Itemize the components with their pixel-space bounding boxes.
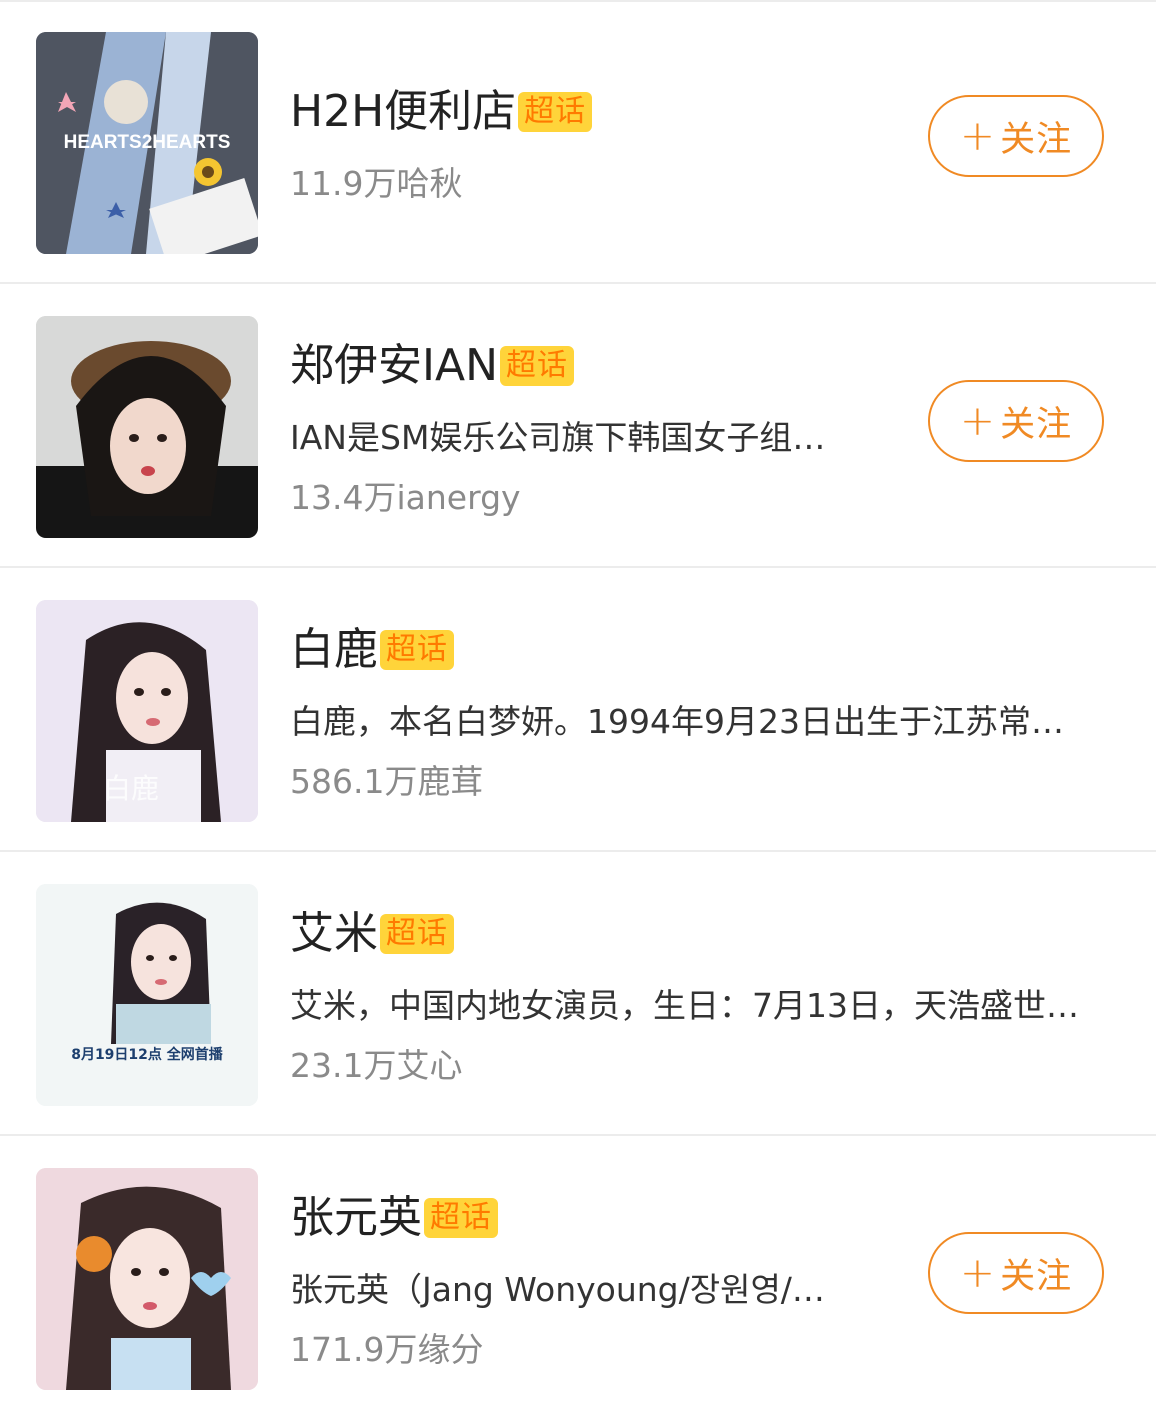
list-item[interactable]: 郑伊安IAN 超话 IAN是SM娱乐公司旗下韩国女子组… 13.4万ianerg… xyxy=(0,284,1156,568)
avatar[interactable]: 8月19日12点 全网首播 xyxy=(36,884,258,1106)
avatar-caption: HEARTS2HEARTS xyxy=(64,132,231,153)
title-line: 白鹿 超话 xyxy=(290,624,454,676)
topic-title[interactable]: 郑伊安IAN xyxy=(290,340,498,392)
avatar[interactable]: 白鹿 xyxy=(36,600,258,822)
follow-label: 关注 xyxy=(1000,119,1073,160)
topic-title[interactable]: 张元英 xyxy=(290,1192,422,1244)
follower-count: 586.1万鹿茸 xyxy=(290,762,484,801)
topic-description: 艾米，中国内地女演员，生日：7月13日，天浩盛世… xyxy=(290,986,1079,1025)
follower-count: 171.9万缘分 xyxy=(290,1330,484,1369)
avatar[interactable] xyxy=(36,316,258,538)
follow-button[interactable]: + 关注 xyxy=(928,95,1104,177)
plus-icon: + xyxy=(959,111,997,160)
avatar-caption: 白鹿 xyxy=(103,772,159,805)
title-line: 郑伊安IAN 超话 xyxy=(290,340,574,392)
follower-count: 11.9万哈秋 xyxy=(290,164,463,203)
avatar-caption: 8月19日12点 全网首播 xyxy=(71,1046,224,1063)
super-topic-badge: 超话 xyxy=(518,92,593,132)
super-topic-badge: 超话 xyxy=(380,630,454,670)
super-topic-badge: 超话 xyxy=(424,1198,498,1238)
avatar[interactable]: HEARTS2HEARTS xyxy=(36,32,258,254)
topic-description: 白鹿，本名白梦妍。1994年9月23日出生于江苏常… xyxy=(290,702,1064,741)
follow-label: 关注 xyxy=(1000,1256,1073,1297)
topic-description: 张元英（Jang Wonyoung/장원영/… xyxy=(290,1270,825,1309)
follow-button[interactable]: + 关注 xyxy=(928,1232,1104,1314)
title-line: H2H便利店 超话 xyxy=(290,86,593,138)
topic-description: IAN是SM娱乐公司旗下韩国女子组… xyxy=(290,418,826,457)
list-item[interactable]: 白鹿 白鹿 超话 白鹿，本名白梦妍。1994年9月23日出生于江苏常… 586.… xyxy=(0,568,1156,852)
topic-title[interactable]: 艾米 xyxy=(290,908,378,960)
title-line: 张元英 超话 xyxy=(290,1192,498,1244)
follow-label: 关注 xyxy=(1000,404,1073,445)
super-topic-badge: 超话 xyxy=(380,914,454,954)
plus-icon: + xyxy=(959,396,997,445)
list-item[interactable]: 张元英 超话 张元英（Jang Wonyoung/장원영/… 171.9万缘分 … xyxy=(0,1136,1156,1420)
follow-button[interactable]: + 关注 xyxy=(928,380,1104,462)
super-topic-badge: 超话 xyxy=(500,346,574,386)
list-item[interactable]: HEARTS2HEARTS H2H便利店 超话 11.9万哈秋 + 关注 xyxy=(0,0,1156,284)
topic-title[interactable]: 白鹿 xyxy=(290,624,378,676)
list-item[interactable]: 8月19日12点 全网首播 艾米 超话 艾米，中国内地女演员，生日：7月13日，… xyxy=(0,852,1156,1136)
topic-list: HEARTS2HEARTS H2H便利店 超话 11.9万哈秋 + 关注 郑伊安… xyxy=(0,0,1156,1410)
follower-count: 13.4万ianergy xyxy=(290,478,521,517)
follower-count: 23.1万艾心 xyxy=(290,1046,463,1085)
topic-title[interactable]: H2H便利店 xyxy=(290,86,516,138)
title-line: 艾米 超话 xyxy=(290,908,454,960)
avatar[interactable] xyxy=(36,1168,258,1390)
plus-icon: + xyxy=(959,1248,997,1297)
